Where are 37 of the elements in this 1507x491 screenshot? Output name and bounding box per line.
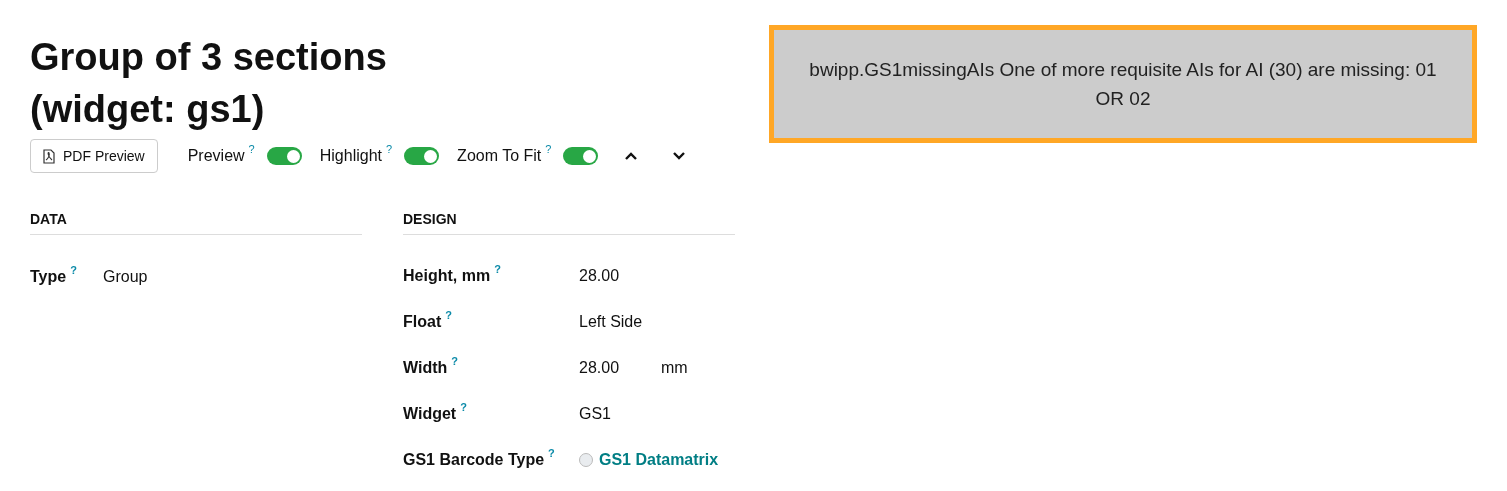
toggle-switch[interactable]	[266, 147, 302, 165]
radio-button[interactable]	[579, 452, 593, 467]
help-mark[interactable]: ?	[386, 143, 393, 155]
field-value: 28.00	[579, 265, 621, 286]
field-value: Left Side	[579, 311, 644, 332]
chevron-down-icon[interactable]	[672, 151, 687, 161]
section-heading: DATA	[30, 209, 362, 235]
field-label: GS1 Barcode Type $^{?}$	[403, 447, 556, 470]
toggle-switch[interactable]	[563, 147, 599, 165]
pdf-file-icon	[43, 148, 55, 164]
page-title: Group of 3 sections (widget: gs1)	[30, 35, 388, 132]
help-mark[interactable]: ?	[494, 262, 501, 275]
toggle-label: Highlight $^{?}$	[319, 144, 393, 166]
field-value: 28.00	[579, 357, 621, 378]
section-heading: DESIGN	[403, 209, 735, 235]
help-mark[interactable]: ?	[445, 308, 452, 321]
toggle-label: Preview $^{?}$	[187, 144, 255, 166]
toggle-switch[interactable]	[404, 147, 440, 165]
error-message: bwipp.GS1missingAIs One of more requisite AIs for AI (30) are missing: 01 OR 02	[769, 25, 1477, 143]
field-label: Float $^{?}$	[403, 309, 453, 332]
help-mark[interactable]: ?	[545, 143, 552, 155]
pdf-preview-button[interactable]: PDF Preview	[30, 139, 158, 173]
unit-label: mm	[661, 357, 688, 378]
help-mark[interactable]: ?	[70, 264, 77, 276]
radio-label[interactable]: GS1 Datamatrix	[599, 447, 719, 472]
field-label: Type $^{?}$	[30, 265, 78, 287]
toggle-label: Zoom To Fit $^{?}$	[457, 144, 552, 166]
field-value: Group	[103, 267, 148, 287]
help-mark[interactable]: ?	[248, 143, 255, 155]
field-label: Widget $^{?}$	[403, 401, 468, 424]
field-label: Height, mm $^{?}$	[403, 263, 502, 286]
help-mark[interactable]: ?	[460, 400, 467, 413]
field-label: Width $^{?}$	[403, 355, 459, 378]
help-mark[interactable]: ?	[548, 446, 555, 459]
help-mark[interactable]: ?	[451, 354, 458, 367]
chevron-up-icon[interactable]	[624, 151, 639, 161]
field-value: GS1	[579, 403, 612, 424]
